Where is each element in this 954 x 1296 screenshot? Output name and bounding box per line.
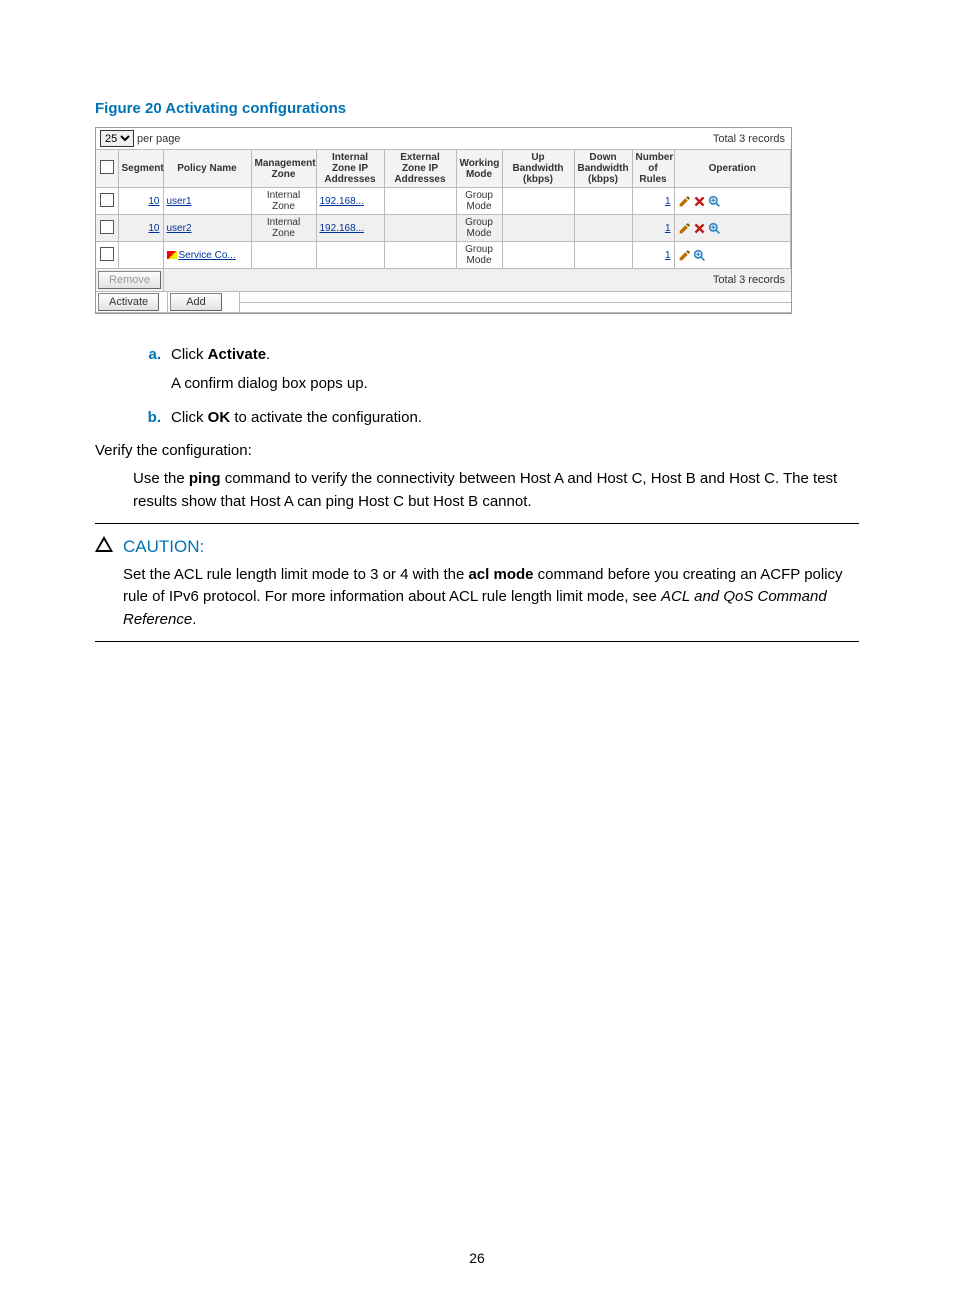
- caution-post: .: [192, 611, 196, 628]
- caution-bold: acl mode: [468, 566, 533, 583]
- step-a-post: .: [266, 346, 270, 363]
- edit-icon[interactable]: [678, 250, 693, 261]
- pager-bar: 25 per page Total 3 records: [96, 128, 791, 150]
- cell-downbw: [574, 242, 632, 269]
- cell-upbw: [502, 188, 574, 215]
- step-a: a. Click Activate. A confirm dialog box …: [133, 344, 859, 401]
- config-table: Segment Policy Name Management Zone Inte…: [96, 150, 791, 269]
- per-page-select[interactable]: 25: [100, 130, 134, 147]
- caution-block: CAUTION: Set the ACL rule length limit m…: [95, 534, 859, 631]
- figure-title: Figure 20 Activating configurations: [95, 100, 859, 117]
- del-icon[interactable]: [693, 223, 708, 234]
- cell-downbw: [574, 188, 632, 215]
- row-checkbox[interactable]: [100, 247, 114, 261]
- table-row: 10 user1 Internal Zone 192.168... Group Mode…: [96, 188, 791, 215]
- step-b-pre: Click: [171, 409, 208, 426]
- verify-pre: Use the: [133, 470, 189, 487]
- action-buttons-row: Activate Add: [96, 292, 791, 313]
- verify-post: command to verify the connectivity betwe…: [133, 470, 837, 510]
- divider-bottom: [95, 641, 859, 642]
- header-mzone: Management Zone: [251, 150, 316, 188]
- cell-wmode: Group Mode: [456, 188, 502, 215]
- caution-label: CAUTION:: [123, 534, 859, 560]
- checkbox-all[interactable]: [100, 160, 114, 174]
- cell-ops: [674, 242, 791, 269]
- rules-link[interactable]: 1: [665, 196, 671, 207]
- edit-icon[interactable]: [678, 223, 693, 234]
- header-downbw: Down Bandwidth (kbps): [574, 150, 632, 188]
- remove-button[interactable]: Remove: [98, 271, 161, 289]
- del-icon[interactable]: [693, 196, 708, 207]
- zoom-icon[interactable]: [708, 196, 723, 207]
- header-checkbox: [96, 150, 118, 188]
- step-b-post: to activate the configuration.: [230, 409, 422, 426]
- header-rules: Number of Rules: [632, 150, 674, 188]
- edit-icon[interactable]: [678, 196, 693, 207]
- step-a-bold: Activate: [208, 346, 266, 363]
- step-a-pre: Click: [171, 346, 208, 363]
- step-b-bold: OK: [208, 409, 231, 426]
- cell-mzone: [251, 242, 316, 269]
- verify-lead: Verify the configuration:: [95, 440, 859, 463]
- header-ezone: External Zone IP Addresses: [384, 150, 456, 188]
- rules-link[interactable]: 1: [665, 223, 671, 234]
- caution-text: Set the ACL rule length limit mode to 3 …: [123, 564, 859, 632]
- step-a-sub: A confirm dialog box pops up.: [171, 373, 859, 396]
- rules-link[interactable]: 1: [665, 250, 671, 261]
- header-segment: Segment: [118, 150, 163, 188]
- step-b-letter: b.: [133, 407, 161, 430]
- page-number: 26: [0, 1250, 954, 1266]
- segment-link[interactable]: 10: [148, 223, 159, 234]
- cell-mzone: Internal Zone: [251, 215, 316, 242]
- row-checkbox[interactable]: [100, 220, 114, 234]
- table-row: 10 user2 Internal Zone 192.168... Group Mode…: [96, 215, 791, 242]
- verify-body: Use the ping command to verify the conne…: [133, 468, 859, 513]
- per-page-label: per page: [137, 133, 180, 145]
- policy-link[interactable]: Service Co...: [179, 250, 236, 261]
- izone-link[interactable]: 192.168...: [320, 196, 364, 207]
- cell-upbw: [502, 242, 574, 269]
- activate-button[interactable]: Activate: [98, 293, 159, 311]
- zoom-icon[interactable]: [693, 250, 708, 261]
- izone-link[interactable]: 192.168...: [320, 223, 364, 234]
- records-bottom: Total 3 records: [707, 272, 791, 288]
- header-upbw: Up Bandwidth (kbps): [502, 150, 574, 188]
- add-button[interactable]: Add: [170, 293, 222, 311]
- policy-link[interactable]: user2: [167, 223, 192, 234]
- cell-mzone: Internal Zone: [251, 188, 316, 215]
- cell-ezone: [384, 188, 456, 215]
- step-a-letter: a.: [133, 344, 161, 401]
- header-op: Operation: [674, 150, 791, 188]
- step-b: b. Click OK to activate the configuratio…: [133, 407, 859, 430]
- cell-ezone: [384, 215, 456, 242]
- verify-bold: ping: [189, 470, 221, 487]
- cell-downbw: [574, 215, 632, 242]
- caution-pre: Set the ACL rule length limit mode to 3 …: [123, 566, 468, 583]
- cell-wmode: Group Mode: [456, 242, 502, 269]
- totals-row: Remove Total 3 records: [96, 269, 791, 292]
- cell-upbw: [502, 215, 574, 242]
- divider-top: [95, 523, 859, 524]
- flag-icon: [167, 251, 177, 259]
- row-checkbox[interactable]: [100, 193, 114, 207]
- zoom-icon[interactable]: [708, 223, 723, 234]
- table-row: Service Co... Group Mode 1: [96, 242, 791, 269]
- screenshot-table-panel: 25 per page Total 3 records Segment Poli…: [95, 127, 792, 314]
- policy-link[interactable]: user1: [167, 196, 192, 207]
- header-izone: Internal Zone IP Addresses: [316, 150, 384, 188]
- records-top: Total 3 records: [713, 133, 785, 145]
- cell-ops: [674, 188, 791, 215]
- cell-wmode: Group Mode: [456, 215, 502, 242]
- header-wmode: Working Mode: [456, 150, 502, 188]
- table-header-row: Segment Policy Name Management Zone Inte…: [96, 150, 791, 188]
- cell-ops: [674, 215, 791, 242]
- segment-link[interactable]: 10: [148, 196, 159, 207]
- warning-icon: [95, 536, 119, 552]
- cell-ezone: [384, 242, 456, 269]
- header-policy: Policy Name: [163, 150, 251, 188]
